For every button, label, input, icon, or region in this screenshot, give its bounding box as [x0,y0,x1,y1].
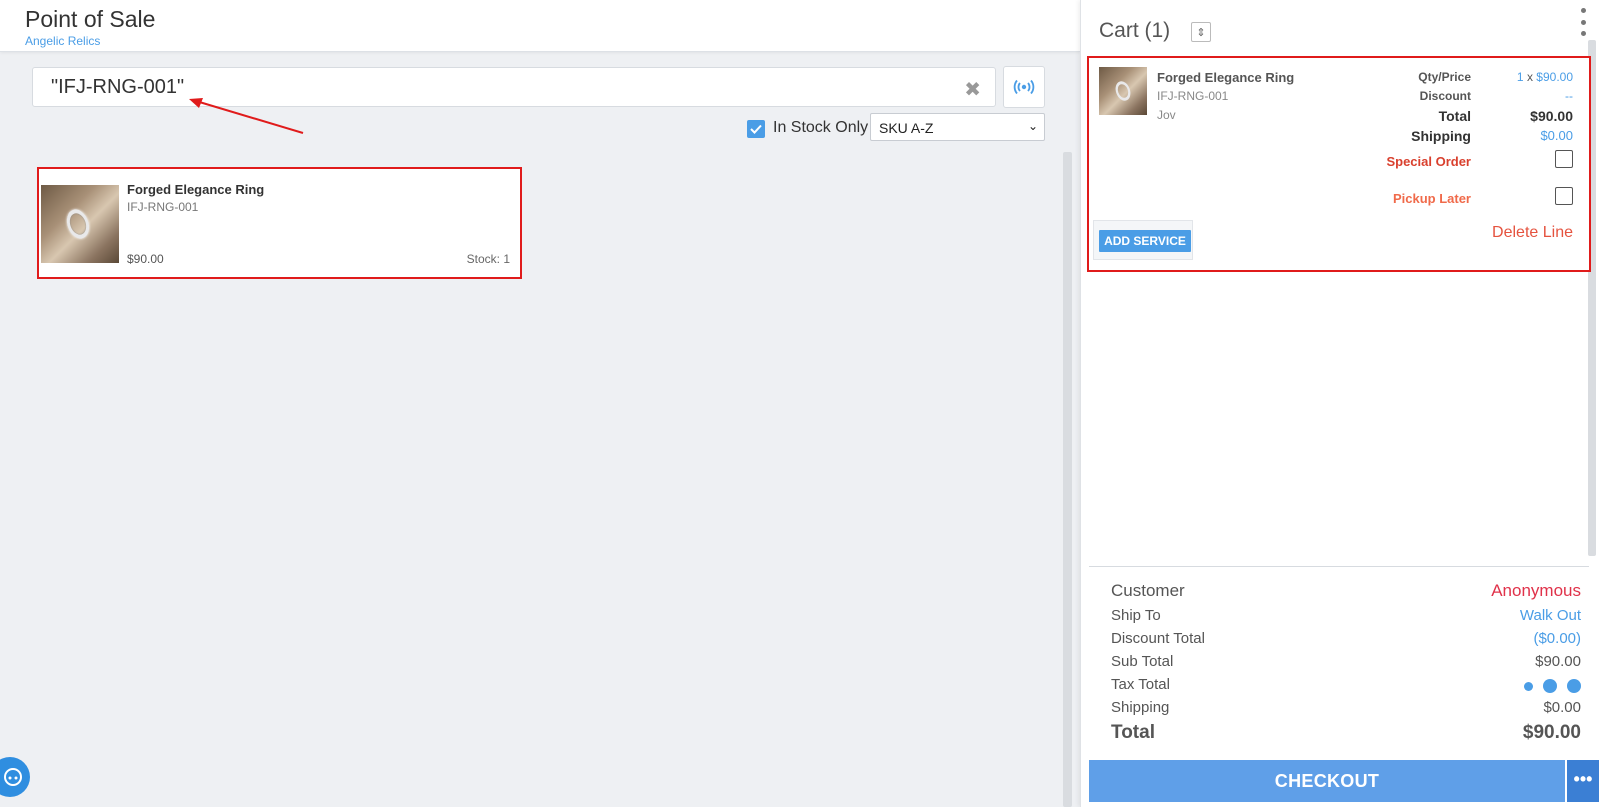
sort-select[interactable]: SKU A-Z ⌄ [870,113,1045,141]
discount-value[interactable]: -- [1565,89,1573,103]
customer-label: Customer [1111,581,1185,600]
qty-price-value[interactable]: 1 x $90.00 [1517,70,1573,84]
discount-total-label: Discount Total [1111,630,1205,647]
line-shipping-value[interactable]: $0.00 [1540,128,1573,143]
delete-line-link[interactable]: Delete Line [1492,224,1573,242]
line-total-label: Total [1438,108,1471,124]
broadcast-icon [1013,79,1035,95]
special-order-checkbox[interactable] [1555,150,1573,168]
sub-total-value: $90.00 [1535,653,1581,670]
shipping-total-label: Shipping [1111,699,1170,716]
scan-button[interactable] [1003,66,1045,108]
shipping-total-value: $0.00 [1543,699,1581,716]
store-name-link[interactable]: Angelic Relics [25,34,100,48]
cart-line-item: Forged Elegance Ring IFJ-RNG-001 Jov Qty… [1087,56,1591,272]
qty-value[interactable]: 1 [1517,70,1524,84]
product-card[interactable]: Forged Elegance Ring IFJ-RNG-001 $90.00 … [37,167,522,279]
search-box: ✖ [32,67,996,107]
in-stock-checkbox[interactable] [747,120,765,138]
pickup-later-checkbox[interactable] [1555,187,1573,205]
product-image [41,185,119,263]
product-stock: Stock: 1 [466,252,510,266]
special-order-label: Special Order [1386,154,1471,169]
add-service-container: ADD SERVICE [1093,220,1193,260]
check-icon [750,124,762,134]
page-title: Point of Sale [25,6,156,32]
line-total-value: $90.00 [1530,108,1573,124]
cart-line-name: Forged Elegance Ring [1157,70,1295,85]
product-sku: IFJ-RNG-001 [127,200,199,214]
cart-line-vendor: Jov [1157,108,1176,122]
qty-times: x [1526,70,1533,84]
loading-dots-icon [1524,679,1581,693]
close-icon[interactable]: ✖ [964,77,981,102]
search-input[interactable] [51,72,931,102]
cart-title: Cart (1) [1099,19,1171,42]
discount-label: Discount [1419,89,1471,103]
order-summary: Customer Anonymous Ship To Walk Out Disc… [1089,566,1589,743]
customer-value[interactable]: Anonymous [1491,581,1581,601]
sort-select-value: SKU A-Z [879,120,934,136]
grand-total-value: $90.00 [1522,722,1581,743]
grand-total-label: Total [1111,722,1155,743]
add-service-button[interactable]: ADD SERVICE [1099,230,1191,252]
line-shipping-label: Shipping [1411,128,1471,144]
cart-line-image [1099,67,1147,115]
sub-total-label: Sub Total [1111,653,1174,670]
in-stock-label: In Stock Only [773,119,869,136]
ship-to-label: Ship To [1111,607,1161,624]
help-button[interactable] [0,757,30,797]
product-name: Forged Elegance Ring [127,182,265,197]
page-header: Point of Sale Angelic Relics [0,0,1080,52]
cart-line-sku: IFJ-RNG-001 [1157,89,1229,103]
product-list-scrollbar[interactable] [1063,152,1072,807]
chevron-down-icon: ⌄ [1027,119,1038,133]
unit-price-value[interactable]: $90.00 [1536,70,1573,84]
checkout-button[interactable]: CHECKOUT [1089,760,1565,802]
checkout-more-button[interactable]: ••• [1567,760,1599,802]
support-icon [4,768,22,786]
tax-total-label: Tax Total [1111,676,1170,693]
cart-panel: Cart (1) ⇕ Forged Elegance Ring IFJ-RNG-… [1080,0,1600,807]
ship-to-value[interactable]: Walk Out [1520,607,1581,624]
qty-price-label: Qty/Price [1418,70,1471,84]
pickup-later-label: Pickup Later [1392,191,1471,206]
product-price: $90.00 [127,252,164,266]
collapse-icon[interactable]: ⇕ [1191,22,1211,42]
discount-total-value[interactable]: ($0.00) [1533,630,1581,647]
more-options-icon[interactable] [1578,8,1588,36]
